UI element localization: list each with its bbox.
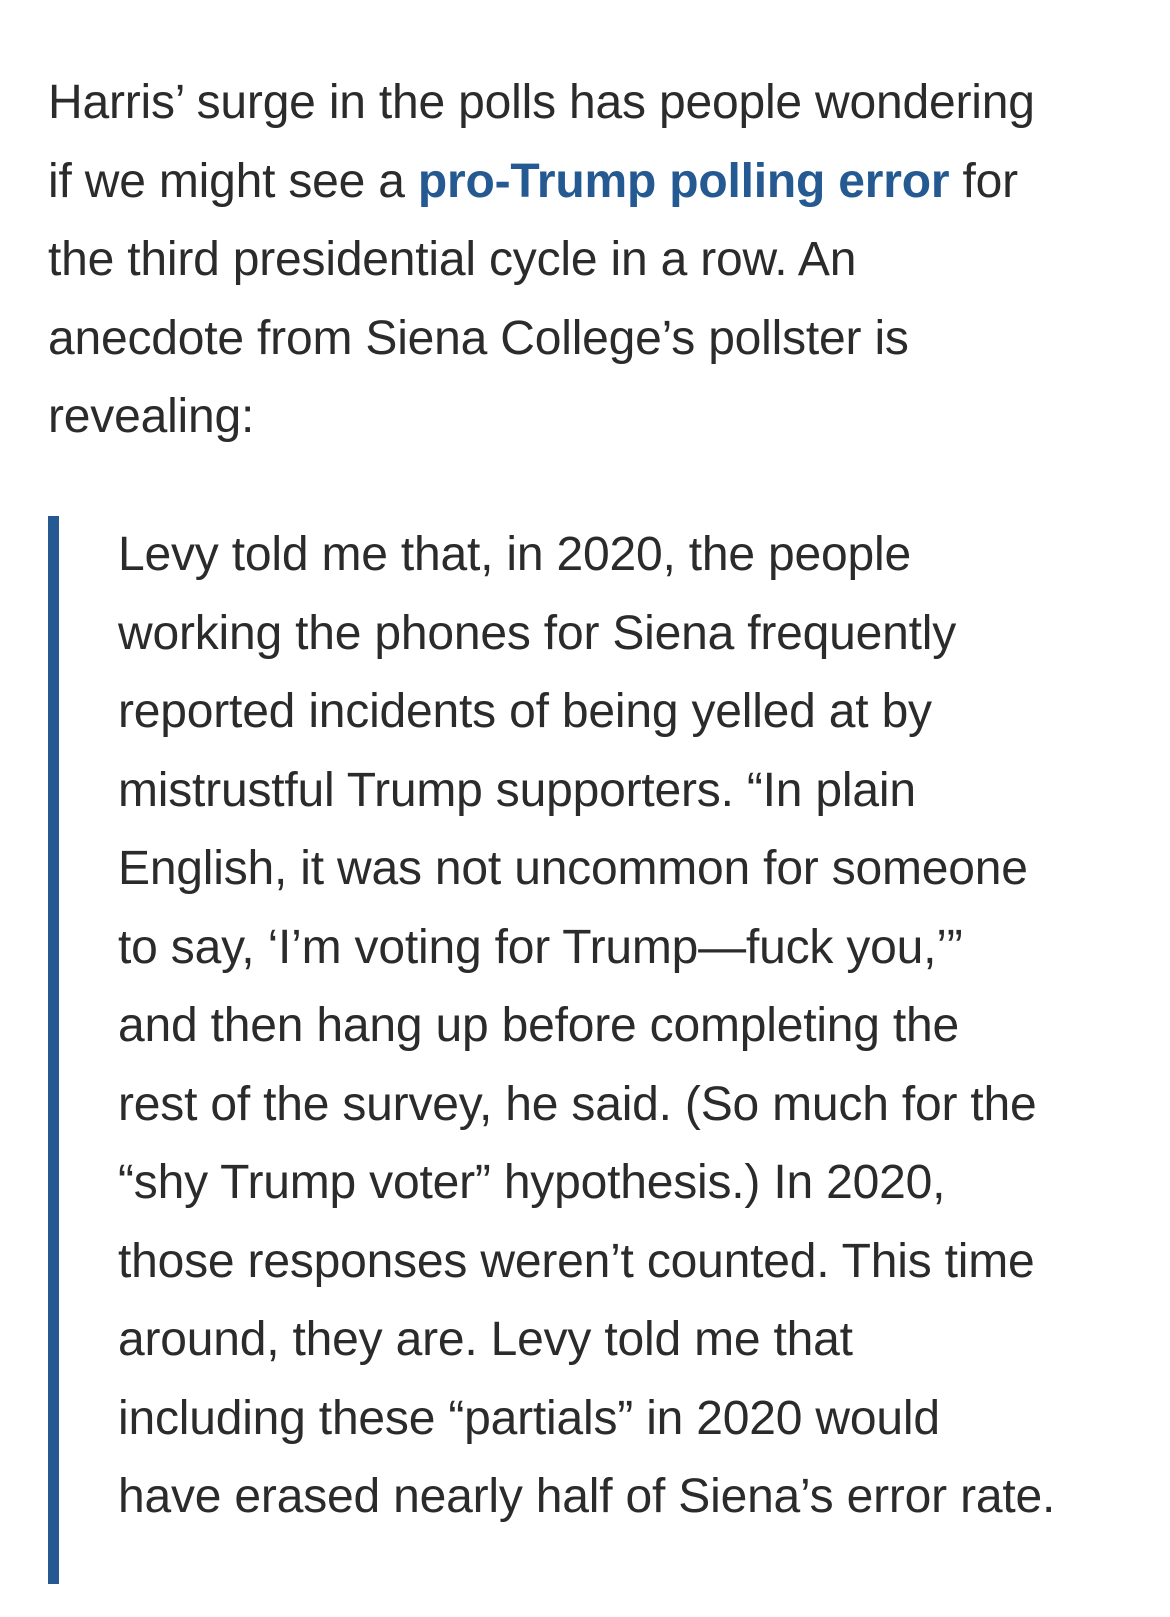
quote-line: mistrustful Trump supporters. “In plain xyxy=(118,763,916,817)
intro-line: Harris’ surge in the polls has people wo… xyxy=(48,76,1035,129)
quote-text: Levy told me that, in 2020, the people w… xyxy=(118,516,1158,1537)
quote-line: around, they are. Levy told me that xyxy=(118,1313,853,1366)
intro-line-start: if we might see a xyxy=(48,154,418,208)
quote-line: have erased nearly half of Siena’s error… xyxy=(118,1470,1056,1523)
quote-line: Levy told me that, in 2020, the people xyxy=(118,528,911,581)
intro-line: revealing: xyxy=(48,390,255,443)
quote-line: to say, ‘I’m voting for Trump—fuck you,’… xyxy=(118,920,963,974)
quote-line: rest of the survey, he said. (So much fo… xyxy=(118,1077,1037,1131)
quote-line: those responses weren’t counted. This ti… xyxy=(118,1234,1035,1288)
quote-line: reported incidents of being yelled at by xyxy=(118,685,932,738)
article-body: Harris’ surge in the polls has people wo… xyxy=(0,0,1170,1617)
quote-line: working the phones for Siena frequently xyxy=(118,606,957,660)
block-quote: Levy told me that, in 2020, the people w… xyxy=(48,516,1160,1584)
quote-line: “shy Trump voter” hypothesis.) In 2020, xyxy=(118,1156,946,1209)
intro-line: anecdote from Siena College’s pollster i… xyxy=(48,311,909,365)
pro-trump-polling-error-link[interactable]: pro-Trump polling error xyxy=(418,155,950,208)
quote-accent-bar xyxy=(48,516,59,1584)
intro-line: if we might see a pro-Trump polling erro… xyxy=(48,143,1128,222)
intro-line: the third presidential cycle in a row. A… xyxy=(48,233,857,286)
quote-line: including these “partials” in 2020 would xyxy=(118,1391,940,1445)
intro-line-end: for xyxy=(949,154,1018,208)
quote-line: English, it was not uncommon for someone xyxy=(118,842,1028,895)
quote-line: and then hang up before completing the xyxy=(118,999,960,1052)
intro-paragraph: Harris’ surge in the polls has people wo… xyxy=(48,64,1128,457)
